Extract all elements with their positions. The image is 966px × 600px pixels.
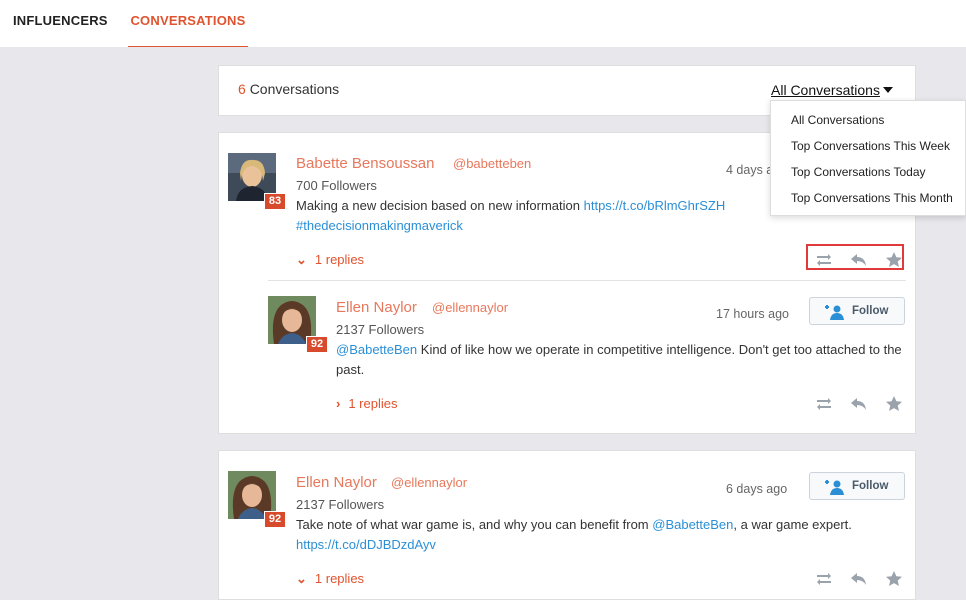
retweet-icon[interactable] (814, 250, 834, 270)
author-name[interactable]: Babette Bensoussan (296, 155, 434, 172)
dropdown-item-month[interactable]: Top Conversations This Month (791, 191, 953, 205)
post-text-body: Take note of what war game is, and why y… (296, 517, 653, 532)
post-timestamp: 17 hours ago (716, 307, 789, 321)
influence-score-badge: 92 (264, 511, 286, 528)
reply-icon[interactable] (849, 569, 869, 589)
replies-label: 1 replies (314, 571, 365, 586)
follower-count: 2137 Followers (296, 497, 385, 512)
post-actions (814, 394, 904, 416)
author-name[interactable]: Ellen Naylor (296, 474, 377, 491)
post-text: @BabetteBen Kind of like how we operate … (336, 340, 906, 380)
tab-conversations[interactable]: CONVERSATIONS (128, 0, 248, 47)
author-name[interactable]: Ellen Naylor (336, 299, 417, 316)
replies-toggle[interactable]: ⌄ 1 replies (296, 252, 364, 268)
replies-toggle[interactable]: › 1 replies (336, 396, 397, 411)
post-timestamp: 6 days ago (726, 482, 788, 496)
influence-score-badge: 92 (306, 336, 328, 353)
reply-divider (268, 280, 906, 281)
dropdown-item-today[interactable]: Top Conversations Today (791, 165, 926, 179)
filter-dropdown-menu: All Conversations Top Conversations This… (770, 100, 966, 216)
filter-label: All Conversations (771, 82, 880, 98)
star-icon[interactable] (884, 569, 904, 589)
add-user-icon (824, 304, 846, 325)
post-link[interactable]: https://t.co/bRlmGhrSZH (584, 198, 726, 213)
dropdown-item-all[interactable]: All Conversations (791, 113, 884, 127)
conversation-count: 6 Conversations (238, 81, 339, 97)
author-handle[interactable]: @ellennaylor (432, 300, 508, 315)
mention-link[interactable]: @BabetteBen (336, 342, 417, 357)
author-handle[interactable]: @babetteben (453, 156, 531, 171)
reply-icon[interactable] (849, 394, 869, 414)
author-handle[interactable]: @ellennaylor (391, 475, 467, 490)
follow-button[interactable]: Follow (809, 472, 905, 500)
filter-dropdown-toggle[interactable]: All Conversations (771, 82, 893, 98)
post-text: Making a new decision based on new infor… (296, 196, 776, 236)
tab-influencers[interactable]: INFLUENCERS (13, 0, 108, 47)
follow-button-label: Follow (852, 480, 889, 492)
follower-count: 2137 Followers (336, 322, 425, 337)
conversation-count-label: Conversations (249, 81, 340, 97)
replies-label: 1 replies (348, 396, 398, 411)
post-text: Take note of what war game is, and why y… (296, 515, 896, 555)
influence-score-badge: 83 (264, 193, 286, 210)
replies-label: 1 replies (314, 252, 365, 267)
chevron-right-icon: › (336, 396, 341, 411)
retweet-icon[interactable] (814, 394, 834, 414)
follow-button[interactable]: Follow (809, 297, 905, 325)
post-text-body: Making a new decision based on new infor… (296, 198, 584, 213)
post-actions (814, 569, 904, 591)
post-link[interactable]: https://t.co/dDJBDzdAyv (296, 537, 436, 552)
top-nav: INFLUENCERS CONVERSATIONS (0, 0, 966, 47)
post-text-tail: , a war game expert. (733, 517, 852, 532)
star-icon[interactable] (884, 394, 904, 414)
chevron-down-icon: ⌄ (296, 571, 307, 586)
follower-count: 700 Followers (296, 178, 377, 193)
post-text-body: Kind of like how we operate in competiti… (336, 342, 902, 377)
post-actions (814, 250, 904, 272)
caret-down-icon (882, 87, 893, 93)
follow-button-label: Follow (852, 305, 889, 317)
replies-toggle[interactable]: ⌄ 1 replies (296, 571, 364, 587)
dropdown-item-week[interactable]: Top Conversations This Week (791, 139, 950, 153)
conversation-count-number: 6 (238, 81, 246, 97)
add-user-icon (824, 479, 846, 500)
retweet-icon[interactable] (814, 569, 834, 589)
reply-icon[interactable] (849, 250, 869, 270)
chevron-down-icon: ⌄ (296, 252, 307, 267)
mention-link[interactable]: @BabetteBen (652, 517, 733, 532)
star-icon[interactable] (884, 250, 904, 270)
hashtag-link[interactable]: #thedecisionmakingmaverick (296, 218, 463, 233)
